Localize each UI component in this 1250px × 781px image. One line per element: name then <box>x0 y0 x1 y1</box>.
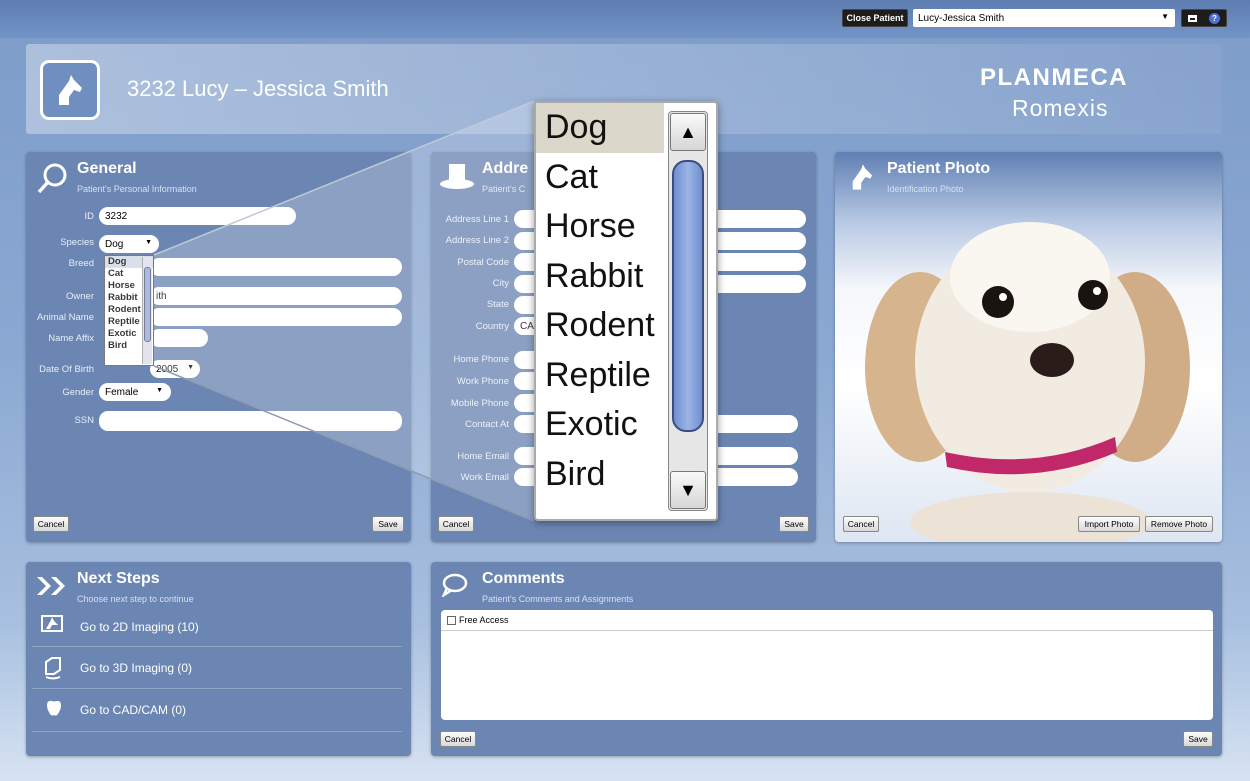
species-dropdown-zoomed: Dog Cat Horse Rabbit Rodent Reptile Exot… <box>534 101 718 521</box>
species-option-zoomed[interactable]: Dog <box>536 103 664 153</box>
scroll-down-arrow-icon[interactable]: ▼ <box>670 471 706 509</box>
scrollbar-zoomed[interactable]: ▲ ▼ <box>668 111 708 511</box>
scrollbar-thumb[interactable] <box>672 160 704 432</box>
scroll-up-arrow-icon[interactable]: ▲ <box>670 113 706 151</box>
